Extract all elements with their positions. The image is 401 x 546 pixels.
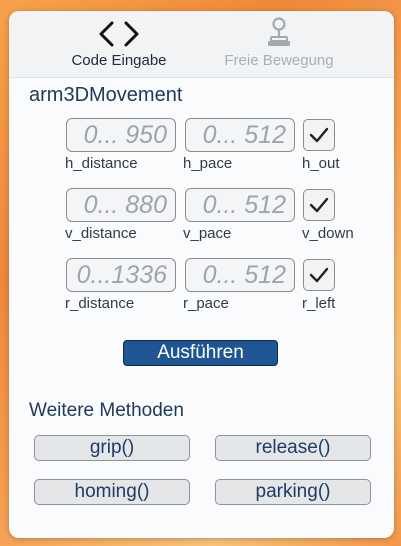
parking-button[interactable]: parking() xyxy=(215,479,371,505)
h-out-checkbox[interactable] xyxy=(303,119,335,151)
v-down-label: v_down xyxy=(302,225,354,242)
ausfuehren-button[interactable]: Ausführen xyxy=(123,340,278,366)
v-pace-label: v_pace xyxy=(183,225,232,242)
r-pace-label: r_pace xyxy=(183,295,229,312)
section-title-weitere-methoden: Weitere Methoden xyxy=(29,400,184,421)
r-pace-input[interactable]: 0... 512 xyxy=(185,258,295,292)
h-distance-label: h_distance xyxy=(65,155,138,172)
v-down-checkbox[interactable] xyxy=(303,189,335,221)
tab-code-label: Code Eingabe xyxy=(71,52,167,69)
h-distance-input[interactable]: 0... 950 xyxy=(66,118,176,152)
v-pace-input[interactable]: 0... 512 xyxy=(185,188,295,222)
section-title-arm3dmovement: arm3DMovement xyxy=(29,84,183,106)
checkmark-icon xyxy=(309,267,329,283)
h-out-label: h_out xyxy=(302,155,340,172)
checkmark-icon xyxy=(309,127,329,143)
tab-bar: Code Eingabe Freie Bewegung xyxy=(9,11,394,78)
code-brackets-icon xyxy=(99,21,139,47)
v-distance-input[interactable]: 0... 880 xyxy=(66,188,176,222)
tab-freie-bewegung[interactable]: Freie Bewegung xyxy=(209,11,349,77)
checkmark-icon xyxy=(309,197,329,213)
grip-button[interactable]: grip() xyxy=(34,435,190,461)
control-panel: Code Eingabe Freie Bewegung arm3DMovemen… xyxy=(9,11,394,538)
tab-code-eingabe[interactable]: Code Eingabe xyxy=(49,11,189,77)
r-distance-label: r_distance xyxy=(65,295,135,312)
h-pace-label: h_pace xyxy=(183,155,233,172)
tab-free-label: Freie Bewegung xyxy=(224,52,334,69)
r-left-checkbox[interactable] xyxy=(303,259,335,291)
h-pace-input[interactable]: 0... 512 xyxy=(185,118,295,152)
r-left-label: r_left xyxy=(302,295,336,312)
release-button[interactable]: release() xyxy=(215,435,371,461)
joystick-icon xyxy=(268,17,290,46)
v-distance-label: v_distance xyxy=(65,225,137,242)
r-distance-input[interactable]: 0...1336 xyxy=(66,258,176,292)
homing-button[interactable]: homing() xyxy=(34,479,190,505)
